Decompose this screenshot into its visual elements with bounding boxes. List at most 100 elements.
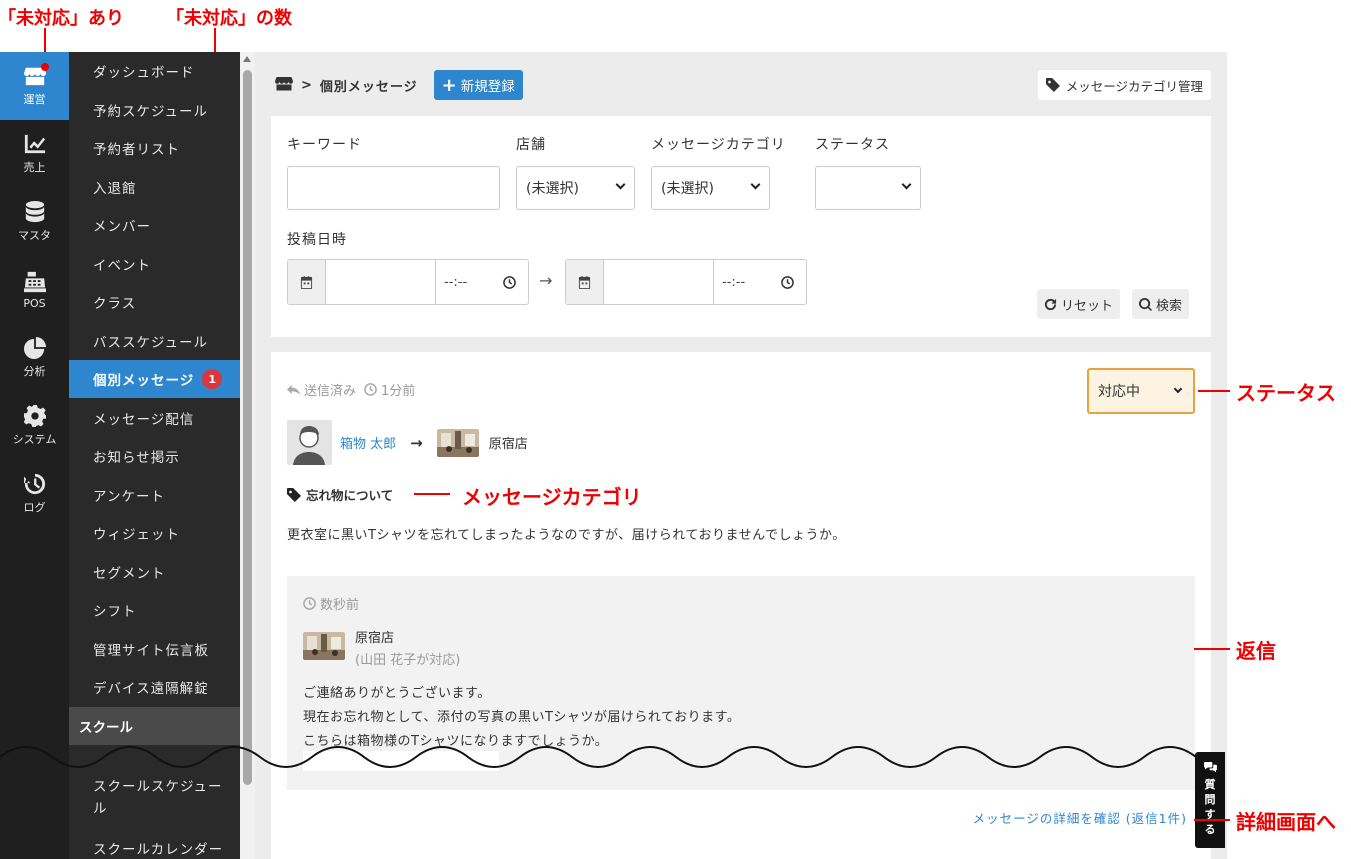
category-manage-button[interactable]: メッセージカテゴリ管理 (1037, 70, 1211, 100)
menu-item-entry-exit[interactable]: 入退館 (69, 168, 240, 206)
message-card: 送信済み 1分前 対応中 箱物 太郎 → 原宿店 忘れ物について 更衣室に黒いT… (271, 352, 1211, 859)
rail-label: POS (23, 296, 46, 310)
menu-item-message-delivery[interactable]: メッセージ配信 (69, 399, 240, 437)
store-icon[interactable] (275, 75, 293, 95)
clock-icon (503, 275, 516, 289)
chevron-down-icon (901, 179, 912, 190)
rail-item-system[interactable]: システム (0, 392, 69, 460)
store-label: 店舗 (516, 137, 546, 153)
reset-button[interactable]: リセット (1037, 289, 1121, 319)
clock-icon (364, 383, 377, 396)
chat-icon (1203, 762, 1217, 773)
menu-item-survey[interactable]: アンケート (69, 476, 240, 514)
rail-item-master[interactable]: マスタ (0, 188, 69, 256)
breadcrumb-separator: > (301, 77, 312, 93)
menu-item-dashboard[interactable]: ダッシュボード (69, 52, 240, 90)
ask-question-tab[interactable]: 質 問 す る (1195, 752, 1225, 848)
reply-icon (287, 384, 300, 396)
sender-name-link[interactable]: 箱物 太郎 (340, 433, 396, 452)
time-from-input[interactable]: --:-- (436, 260, 528, 304)
menu-item-members[interactable]: メンバー (69, 206, 240, 244)
refresh-icon (1044, 298, 1057, 310)
rail-label: ログ (23, 501, 46, 514)
menu-item-school-schedule[interactable]: スクールスケジュール (69, 776, 240, 826)
message-meta: 送信済み 1分前 (287, 380, 415, 399)
breadcrumb: > 個別メッセージ + 新規登録 (275, 70, 523, 100)
menu-item-classes[interactable]: クラス (69, 283, 240, 321)
menu-item-school-calendar[interactable]: スクールカレンダー (69, 829, 240, 859)
annotation-unhandled-count: 「未対応」の数 (166, 8, 292, 29)
clock-icon (781, 275, 794, 289)
calendar-icon[interactable] (288, 260, 326, 304)
calendar-icon[interactable] (566, 260, 604, 304)
message-status-select[interactable]: 対応中 (1087, 368, 1195, 414)
message-detail-link[interactable]: メッセージの詳細を確認 (返信1件) (973, 808, 1187, 827)
rail-label: 分析 (23, 365, 46, 378)
menu-item-widget[interactable]: ウィジェット (69, 514, 240, 552)
annotation-message-category: メッセージカテゴリ (462, 485, 642, 509)
date-from-group: --:-- (287, 259, 529, 305)
scroll-up-arrow[interactable] (243, 56, 251, 62)
search-icon (1139, 297, 1152, 311)
annotation-line (1198, 390, 1230, 392)
rail-item-pos[interactable]: POS (0, 256, 69, 324)
search-button[interactable]: 検索 (1132, 289, 1190, 319)
reply-handler: (山田 花子が対応) (355, 653, 461, 668)
store-image (303, 632, 345, 660)
search-panel: キーワード 店舗 (未選択) メッセージカテゴリ (未選択) ステータス 投稿日… (271, 116, 1211, 337)
history-icon (23, 473, 45, 495)
gear-icon (23, 405, 46, 427)
avatar (287, 420, 332, 465)
menu-item-events[interactable]: イベント (69, 245, 240, 283)
menu-item-device-unlock[interactable]: デバイス遠隔解錠 (69, 668, 240, 706)
page-title: 個別メッセージ (319, 79, 418, 95)
chart-line-icon (24, 134, 45, 154)
tag-icon (1045, 78, 1060, 92)
annotation-to-detail: 詳細画面へ (1236, 810, 1336, 834)
menu-item-reservation-schedule[interactable]: 予約スケジュール (69, 91, 240, 129)
reply-store-name: 原宿店 (355, 631, 395, 646)
store-image (436, 428, 479, 457)
category-label: メッセージカテゴリ (651, 137, 786, 153)
new-register-button[interactable]: + 新規登録 (433, 70, 523, 100)
annotation-line (1194, 819, 1230, 821)
status-filter-select[interactable] (815, 166, 921, 210)
range-arrow-icon: → (539, 271, 553, 290)
time-to-input[interactable]: --:-- (714, 260, 806, 304)
rail-item-operation[interactable]: 運営 (0, 52, 69, 120)
clock-icon (303, 597, 316, 610)
tag-icon (287, 487, 301, 502)
rail-item-sales[interactable]: 売上 (0, 120, 69, 188)
database-icon (25, 201, 44, 223)
menu-item-notice-board[interactable]: お知らせ掲示 (69, 437, 240, 475)
menu-item-reservation-list[interactable]: 予約者リスト (69, 129, 240, 167)
chevron-down-icon (615, 179, 626, 190)
date-from-input[interactable] (326, 260, 436, 304)
menu-item-individual-messages[interactable]: 個別メッセージ 1 (69, 360, 240, 398)
keyword-label: キーワード (287, 137, 362, 153)
store-select[interactable]: (未選択) (516, 166, 635, 210)
annotation-dot (41, 63, 49, 71)
rail-label: 運営 (23, 93, 46, 106)
reply-store: 原宿店 (山田 花子が対応) (303, 628, 460, 672)
cash-register-icon (23, 271, 46, 292)
date-to-input[interactable] (604, 260, 714, 304)
pie-chart-icon (23, 337, 46, 359)
message-body: 更衣室に黒いTシャツを忘れてしまったようなのですが、届けられておりませんでしょう… (287, 528, 846, 543)
annotation-unhandled-exists: 「未対応」あり (0, 8, 124, 29)
keyword-input[interactable] (287, 166, 500, 210)
posted-datetime-label: 投稿日時 (287, 232, 347, 248)
category-select[interactable]: (未選択) (651, 166, 770, 210)
menu-scrollbar-thumb[interactable] (243, 70, 252, 785)
arrow-right-icon: → (410, 433, 423, 452)
menu-item-shift[interactable]: シフト (69, 591, 240, 629)
rail-label: システム (12, 433, 57, 446)
plus-icon: + (441, 74, 457, 96)
menu-item-segment[interactable]: セグメント (69, 553, 240, 591)
annotation-line (1194, 648, 1230, 650)
date-to-group: --:-- (565, 259, 807, 305)
menu-item-admin-board[interactable]: 管理サイト伝言板 (69, 630, 240, 668)
rail-item-log[interactable]: ログ (0, 460, 69, 528)
menu-item-bus-schedule[interactable]: バススケジュール (69, 322, 240, 360)
rail-item-analysis[interactable]: 分析 (0, 324, 69, 392)
